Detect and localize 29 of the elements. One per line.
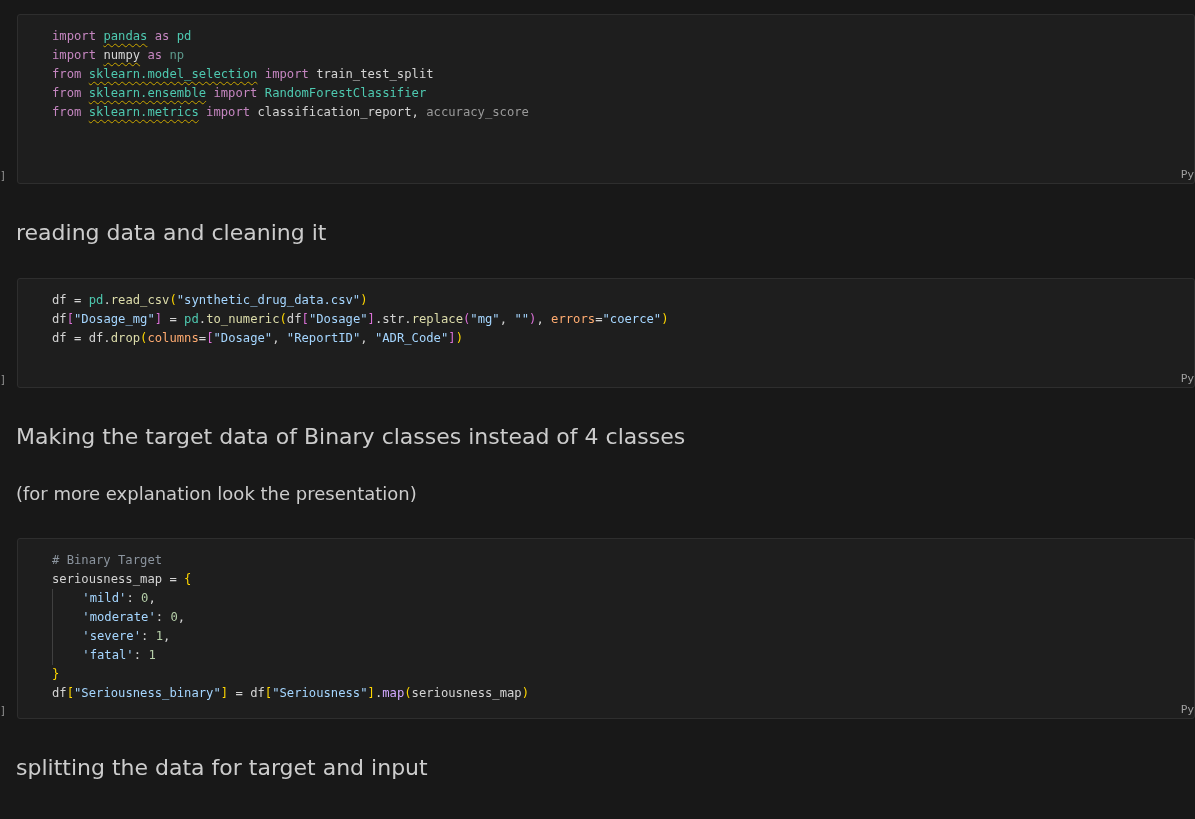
code-cell[interactable] xyxy=(17,14,1195,184)
code-line: 'moderate': 0, xyxy=(52,608,1194,627)
markdown-heading: reading data and cleaning it xyxy=(16,219,328,247)
code-line: df = pd.read_csv("synthetic_drug_data.csv") xyxy=(52,292,369,309)
markdown-text: (for more explanation look the presentation) xyxy=(16,482,418,506)
markdown-heading: Making the target data of Binary classes instead of 4 classes xyxy=(16,423,687,451)
language-label[interactable]: Py xyxy=(1180,168,1194,183)
code-line: 'mild': 0, xyxy=(52,589,1194,608)
run-marker: ] xyxy=(0,170,7,183)
code-line: import pandas as pd xyxy=(52,28,193,45)
markdown-heading: splitting the data for target and input xyxy=(16,754,429,782)
code-line: df = df.drop(columns=["Dosage", "ReportID", "ADR_Code"]) xyxy=(52,330,464,347)
code-line: import numpy as np xyxy=(52,47,186,64)
code-line: from sklearn.metrics import classification_report, accuracy_score xyxy=(52,104,530,121)
code-line: # Binary Target xyxy=(52,552,164,569)
code-line: from sklearn.model_selection import train_test_split xyxy=(52,66,435,83)
code-line: } xyxy=(52,666,61,683)
code-line: 'severe': 1, xyxy=(52,627,1194,646)
run-marker: ] xyxy=(0,705,7,718)
code-line: df["Seriousness_binary"] = df["Seriousness"].map(seriousness_map) xyxy=(52,685,530,702)
language-label[interactable]: Py xyxy=(1180,372,1194,387)
run-marker: ] xyxy=(0,374,7,387)
language-label[interactable]: Py xyxy=(1180,703,1194,718)
code-line: 'fatal': 1 xyxy=(52,646,1194,665)
code-cell[interactable]: df = pd.read_csv("synthetic_drug_data.csv") df["Dosage_mg"] = pd.to_numeric(df["Dosage"].str.replace("mg", ""), errors="coerce") df = df.drop(columns=["Dosage", "ReportID", "ADR_Code"]) Py xyxy=(17,278,1195,388)
code-line: from sklearn.ensemble import RandomForestClassifier xyxy=(52,85,428,102)
code-line: seriousness_map = { xyxy=(52,571,193,588)
code-cell[interactable]: # Binary Target seriousness_map = { 'mild': 0, 'moderate': 0, 'severe': 1, 'fatal': 1 } df["Seriousness_binary"] = df["Seriousness"].map(seriousness_map) Py xyxy=(17,538,1195,719)
code-line: df["Dosage_mg"] = pd.to_numeric(df["Dosage"].str.replace("mg", ""), errors="coerce") xyxy=(52,311,670,328)
